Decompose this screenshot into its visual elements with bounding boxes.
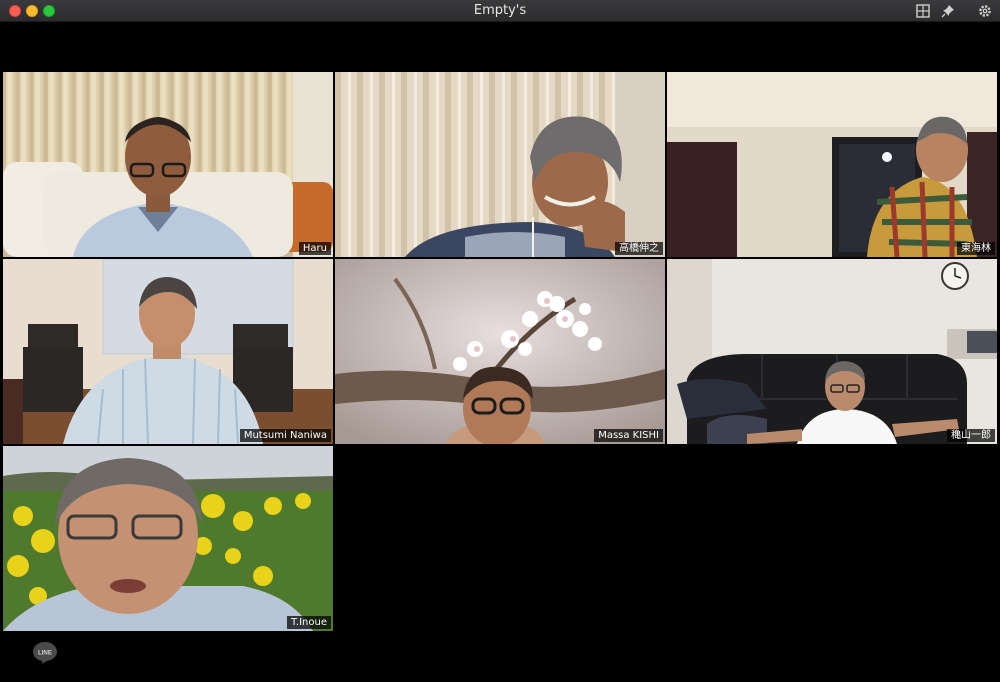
- video-tile-naniwa[interactable]: Mutsumi Naniwa: [3, 259, 333, 444]
- title-bar: Empty's: [0, 0, 1000, 22]
- video-feed: [3, 72, 333, 257]
- svg-text:LINE: LINE: [38, 650, 52, 657]
- participant-name: Haru: [298, 242, 331, 255]
- pin-icon[interactable]: [940, 3, 956, 19]
- video-feed: [3, 446, 333, 631]
- video-tile-inoue[interactable]: T.Inoue: [3, 446, 333, 631]
- line-logo: LINE: [33, 642, 57, 664]
- video-tile-haru[interactable]: Haru: [3, 72, 333, 257]
- video-tile-takahashi[interactable]: 高橋伸之: [335, 72, 665, 257]
- participant-name: Mutsumi Naniwa: [239, 429, 331, 442]
- participant-name: 東海林: [957, 242, 995, 255]
- video-tile-shoji[interactable]: 東海林: [667, 72, 997, 257]
- video-feed: [667, 259, 997, 444]
- participant-name: 高橋伸之: [615, 242, 663, 255]
- video-tile-akiyama[interactable]: 穐山一郎: [667, 259, 997, 444]
- video-feed: [3, 259, 333, 444]
- video-feed: [335, 72, 665, 257]
- video-grid: Haru 高橋伸之 東海林 Mutsumi Naniwa Massa KISHI…: [0, 22, 1000, 682]
- participant-name: Massa KISHI: [594, 429, 663, 442]
- participant-name: 穐山一郎: [947, 429, 995, 442]
- layout-icon[interactable]: [915, 3, 931, 19]
- video-feed: [335, 259, 665, 444]
- participant-name: T.Inoue: [287, 616, 331, 629]
- window-title: Empty's: [473, 3, 527, 18]
- gear-icon[interactable]: [977, 3, 993, 19]
- video-tile-kishi[interactable]: Massa KISHI: [335, 259, 665, 444]
- video-feed: [667, 72, 997, 257]
